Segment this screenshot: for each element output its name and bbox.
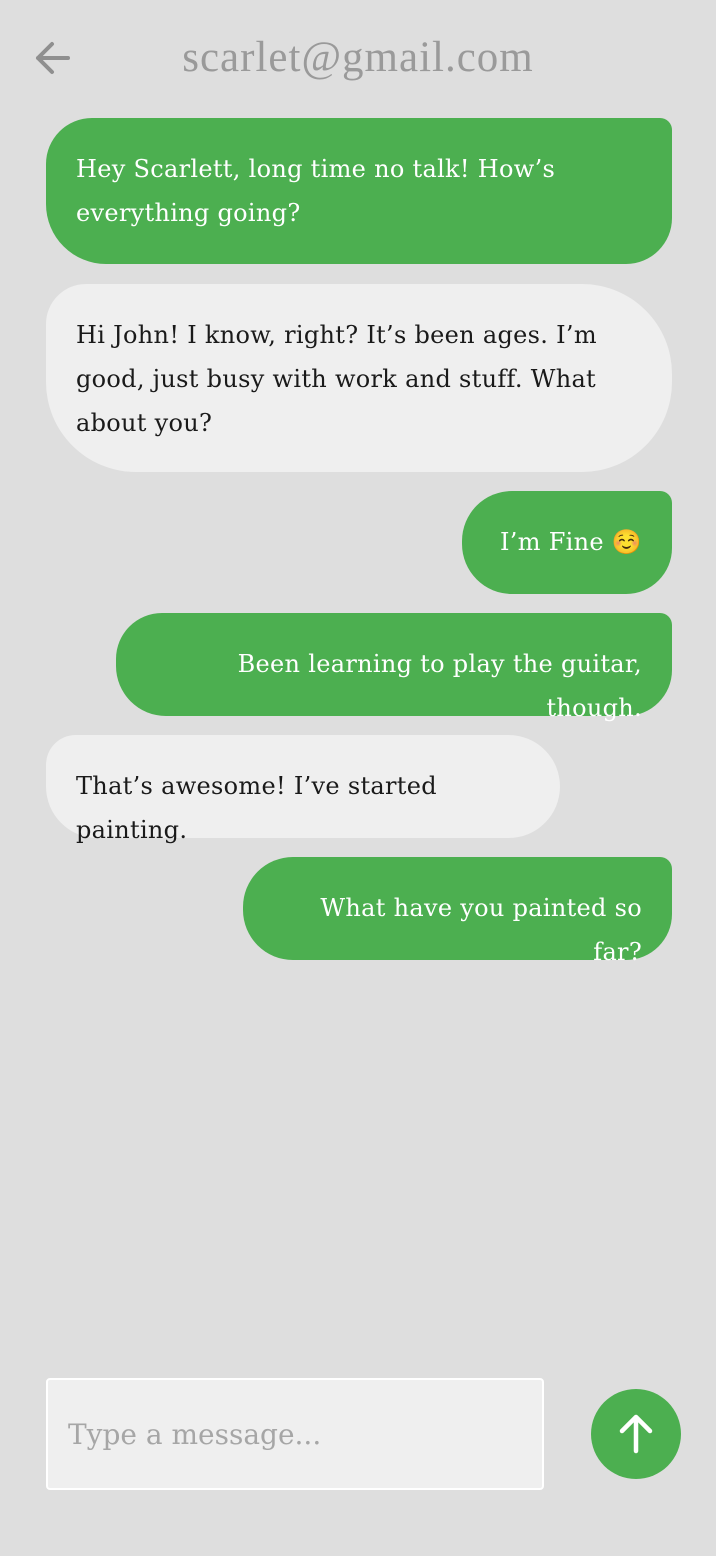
message-sent: What have you painted so far?	[243, 857, 672, 966]
message-received: Hi John! I know, right? It’s been ages. …	[46, 284, 672, 472]
send-button[interactable]	[591, 1389, 681, 1479]
arrow-up-icon	[619, 1414, 653, 1454]
message-sent: Been learning to play the guitar, though…	[116, 613, 672, 722]
message-input[interactable]	[46, 1378, 544, 1490]
chat-title: scarlet@gmail.com	[182, 34, 534, 81]
chat-header: scarlet@gmail.com	[0, 0, 716, 116]
message-sent: I’m Fine ☺️	[462, 491, 672, 594]
message-received: That’s awesome! I’ve started painting.	[46, 735, 560, 844]
message-sent: Hey Scarlett, long time no talk! How’s e…	[46, 118, 672, 264]
